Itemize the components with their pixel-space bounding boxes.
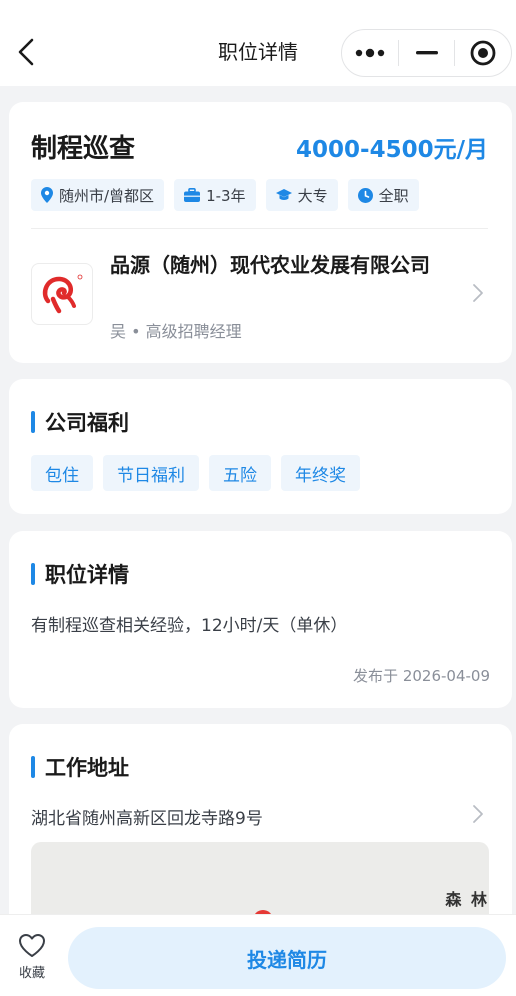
more-dots-icon — [355, 48, 385, 58]
benefits-title-text: 公司福利 — [45, 411, 129, 435]
benefit-tag: 年终奖 — [281, 455, 360, 491]
graduation-cap-icon — [275, 189, 292, 200]
benefit-tag: 节日福利 — [103, 455, 199, 491]
job-summary-card: 制程巡查 4000-4500元/月 随州市/曾都区 1-3年 大专 全职 品源（… — [9, 102, 512, 363]
bottom-action-bar: 收藏 投递简历 — [0, 914, 516, 996]
section-accent-bar — [31, 411, 35, 433]
minimize-button[interactable] — [399, 30, 455, 76]
nav-bar: 职位详情 — [0, 0, 516, 86]
apply-resume-button[interactable]: 投递简历 — [68, 927, 506, 989]
address-section-title: 工作地址 — [31, 752, 129, 782]
tag-education-text: 大专 — [297, 186, 328, 205]
benefits-section-title: 公司福利 — [31, 407, 129, 437]
more-button[interactable] — [342, 30, 398, 76]
section-accent-bar — [31, 563, 35, 585]
chevron-right-icon[interactable] — [472, 283, 484, 303]
company-logo-mark — [42, 274, 83, 314]
heart-icon — [19, 934, 45, 957]
tag-experience-text: 1-3年 — [206, 186, 246, 205]
company-logo[interactable] — [31, 263, 93, 325]
favorite-label: 收藏 — [18, 966, 45, 981]
details-title-text: 职位详情 — [45, 563, 129, 587]
target-close-icon — [470, 40, 496, 66]
benefit-tag: 包住 — [31, 455, 93, 491]
close-button[interactable] — [455, 30, 511, 76]
job-description: 有制程巡查相关经验，12小时/天（单休） — [31, 616, 348, 636]
details-section-title: 职位详情 — [31, 559, 129, 589]
address-title-text: 工作地址 — [45, 756, 129, 780]
job-details-card: 职位详情 有制程巡查相关经验，12小时/天（单休） 发布于 2026-04-09 — [9, 531, 512, 708]
tag-location: 随州市/曾都区 — [31, 179, 165, 211]
benefits-card: 公司福利 包住 节日福利 五险 年终奖 — [9, 379, 512, 514]
job-title: 制程巡查 — [31, 134, 136, 164]
tag-type-text: 全职 — [378, 186, 409, 205]
tag-type: 全职 — [347, 179, 419, 211]
briefcase-icon — [184, 188, 201, 202]
job-tags: 随州市/曾都区 1-3年 大专 全职 — [31, 179, 419, 211]
job-detail-page: 职位详情 制程巡查 4000-4500元/月 随州市/曾都区 1-3年 大专 全… — [0, 0, 516, 996]
clock-icon — [357, 187, 373, 203]
publish-date: 发布于 2026-04-09 — [353, 667, 490, 685]
divider — [31, 228, 488, 229]
benefit-tag: 五险 — [209, 455, 271, 491]
company-name[interactable]: 品源（随州）现代农业发展有限公司 — [110, 250, 455, 280]
map-place-label: 森 林 — [445, 890, 489, 909]
tag-experience: 1-3年 — [174, 179, 256, 211]
mini-program-capsule — [341, 29, 512, 77]
tag-education: 大专 — [265, 179, 338, 211]
minimize-icon — [415, 51, 438, 55]
benefit-list: 包住 节日福利 五险 年终奖 — [31, 455, 360, 491]
location-pin-icon — [41, 187, 53, 203]
chevron-right-icon[interactable] — [472, 804, 484, 824]
tag-location-text: 随州市/曾都区 — [59, 186, 155, 205]
address-text[interactable]: 湖北省随州高新区回龙寺路9号 — [31, 804, 263, 829]
section-accent-bar — [31, 756, 35, 778]
recruiter-info: 吴 • 高级招聘经理 — [110, 322, 242, 341]
favorite-button[interactable]: 收藏 — [10, 933, 54, 989]
salary: 4000-4500元/月 — [296, 137, 488, 163]
